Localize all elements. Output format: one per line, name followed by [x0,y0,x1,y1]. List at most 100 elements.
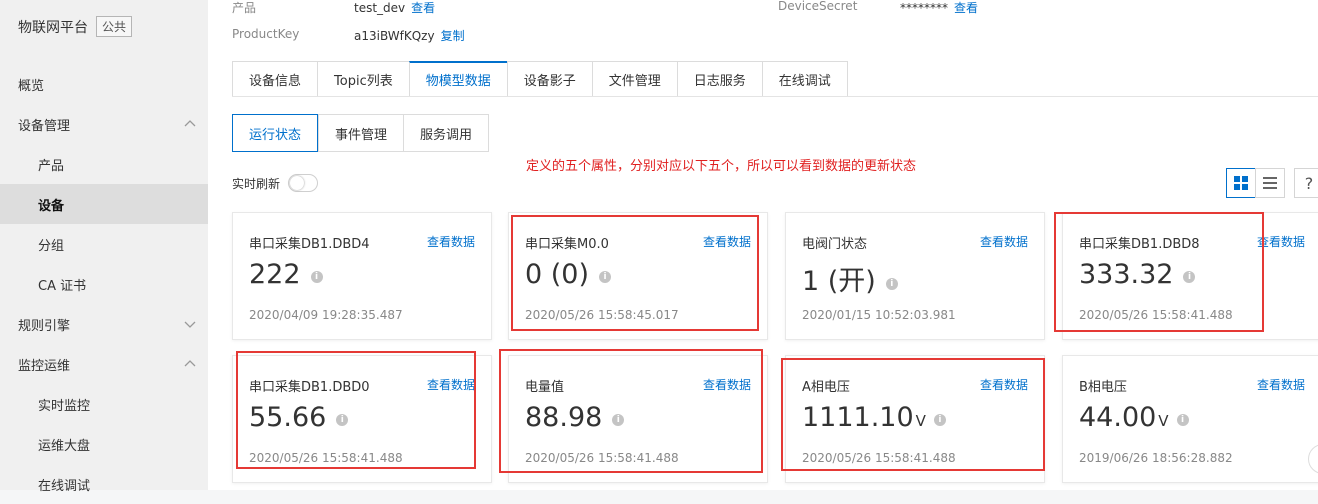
sub-tabs: 运行状态 事件管理 服务调用 [232,114,490,152]
product-view-link[interactable]: 查看 [411,1,435,15]
product-value: test_dev [354,1,406,15]
property-value: 333.32 i [1079,259,1196,290]
sidebar-item-label: 设备 [38,198,65,214]
sidebar-item-label: 实时监控 [38,398,91,414]
property-title: 串口采集DB1.DBD8 [1079,237,1200,252]
tab-online-debug[interactable]: 在线调试 [761,61,848,97]
tab-log-service[interactable]: 日志服务 [676,61,762,97]
property-value: 0 (0) i [525,259,612,290]
sidebar-item-overview[interactable]: 概览 [0,64,208,104]
secret-view-link[interactable]: 查看 [954,1,978,15]
sidebar-item-ops-dashboard[interactable]: 运维大盘 [0,424,208,464]
property-card: A相电压 查看数据 1111.10 Vi 2020/05/26 15:58:41.… [785,355,1045,483]
realtime-refresh: 实时刷新 [232,174,319,192]
subtab-running-status[interactable]: 运行状态 [232,114,319,152]
sidebar-item-ca-cert[interactable]: CA 证书 [0,264,208,304]
tab-file-management[interactable]: 文件管理 [591,61,677,97]
list-icon [1263,177,1277,189]
productkey-value: a13iBWfKQzy [354,29,435,43]
info-icon[interactable]: i [933,414,946,426]
info-icon[interactable]: i [1176,414,1189,426]
tab-thing-model-data[interactable]: 物模型数据 [408,61,507,97]
property-card: 串口采集DB1.DBD0 查看数据 55.66 i 2020/05/26 15:5… [232,355,492,483]
subtab-event-management[interactable]: 事件管理 [318,114,404,152]
property-card: 电量值 查看数据 88.98 i 2020/05/26 15:58:41.488 [508,355,768,483]
sidebar-item-product[interactable]: 产品 [0,144,208,184]
property-value: 44.00 Vi [1079,402,1189,433]
brand: 物联网平台 公共 [18,16,133,37]
info-icon[interactable]: i [612,414,625,426]
sidebar-item-device[interactable]: 设备 [0,184,208,224]
property-value: 1111.10 Vi [802,402,946,433]
property-value: 88.98 i [525,402,625,433]
sidebar-item-label: 运维大盘 [38,438,91,454]
property-value: 1 (开) i [802,259,898,298]
meta-productkey-label: ProductKey [232,27,300,41]
info-icon[interactable]: i [1183,271,1196,283]
tab-device-shadow[interactable]: 设备影子 [506,61,592,97]
productkey-copy-link[interactable]: 复制 [441,29,465,43]
sidebar-item-device-management[interactable]: 设备管理 [0,104,208,144]
property-timestamp: 2020/05/26 15:58:41.488 [1079,308,1233,322]
property-title: 串口采集DB1.DBD0 [249,380,370,395]
list-view-button[interactable] [1255,168,1285,198]
view-data-link[interactable]: 查看数据 [703,233,751,250]
property-card: 电阀门状态 查看数据 1 (开) i 2020/01/15 10:52:03.98… [785,212,1045,340]
help-icon: ? [1304,173,1314,193]
property-timestamp: 2020/05/26 15:58:41.488 [249,451,403,465]
brand-title: 物联网平台 [18,19,88,36]
property-card: 串口采集M0.0 查看数据 0 (0) i 2020/05/26 15:58:45… [508,212,768,340]
subtab-service-call[interactable]: 服务调用 [403,114,490,152]
property-timestamp: 2019/06/26 18:56:28.882 [1079,451,1233,465]
tab-device-info[interactable]: 设备信息 [232,61,318,97]
sidebar-item-realtime-monitor[interactable]: 实时监控 [0,384,208,424]
sidebar-item-label: 分组 [38,238,65,254]
property-title: 串口采集DB1.DBD4 [249,237,370,252]
sidebar-item-label: 监控运维 [18,358,71,374]
property-timestamp: 2020/05/26 15:58:45.017 [525,308,679,322]
sidebar-item-label: 产品 [38,158,65,174]
sidebar-nav: 概览 设备管理 产品 设备 分组 CA 证书 规则引擎 监控运维 实时监控 运维… [0,64,208,504]
sidebar-item-rule-engine[interactable]: 规则引擎 [0,304,208,344]
sidebar-item-label: 概览 [18,78,45,94]
meta-product: test_dev 查看 [354,0,435,16]
meta-product-label: 产品 [232,1,257,15]
view-data-link[interactable]: 查看数据 [427,376,475,393]
refresh-label: 实时刷新 [232,176,281,191]
info-icon[interactable]: i [310,271,323,283]
property-title: 电量值 [525,380,565,395]
view-data-link[interactable]: 查看数据 [1257,376,1305,393]
view-data-link[interactable]: 查看数据 [980,233,1028,250]
sidebar-item-monitoring[interactable]: 监控运维 [0,344,208,384]
annotation-text: 定义的五个属性，分别对应以下五个，所以可以看到数据的更新状态 [526,159,917,174]
grid-view-button[interactable] [1226,168,1256,198]
property-card: 串口采集DB1.DBD8 查看数据 333.32 i 2020/05/26 15:… [1062,212,1318,340]
view-data-link[interactable]: 查看数据 [703,376,751,393]
info-icon[interactable]: i [885,278,898,290]
realtime-refresh-toggle[interactable] [288,174,319,192]
sidebar-item-group[interactable]: 分组 [0,224,208,264]
view-data-link[interactable]: 查看数据 [980,376,1028,393]
property-card: 串口采集DB1.DBD4 查看数据 222 i 2020/04/09 19:28:… [232,212,492,340]
info-icon[interactable]: i [336,414,349,426]
sidebar: 物联网平台 公共 概览 设备管理 产品 设备 分组 CA 证书 规则引擎 监控运… [0,0,208,494]
property-timestamp: 2020/05/26 15:58:41.488 [525,451,679,465]
sidebar-item-online-debug[interactable]: 在线调试 [0,464,208,504]
property-value: 55.66 i [249,402,349,433]
property-value: 222 i [249,259,323,290]
chevron-up-icon [184,120,196,127]
region-tag-button[interactable]: 公共 [96,16,133,37]
view-data-link[interactable]: 查看数据 [427,233,475,250]
device-tabs: 设备信息 Topic列表 物模型数据 设备影子 文件管理 日志服务 在线调试 [232,61,848,97]
info-icon[interactable]: i [599,271,612,283]
help-button[interactable]: ? [1294,168,1318,198]
chevron-up-icon [184,360,196,367]
meta-secret: ******** 查看 [900,0,978,16]
sidebar-item-label: 规则引擎 [18,318,71,334]
main-content: 产品 test_dev 查看 DeviceSecret ******** 查看 Pr… [208,0,1318,490]
view-data-link[interactable]: 查看数据 [1257,233,1305,250]
property-card: B相电压 查看数据 44.00 Vi 2019/06/26 18:56:28.88… [1062,355,1318,483]
property-title: 串口采集M0.0 [525,237,609,252]
grid-icon [1234,176,1248,190]
tab-topic-list[interactable]: Topic列表 [317,61,409,97]
